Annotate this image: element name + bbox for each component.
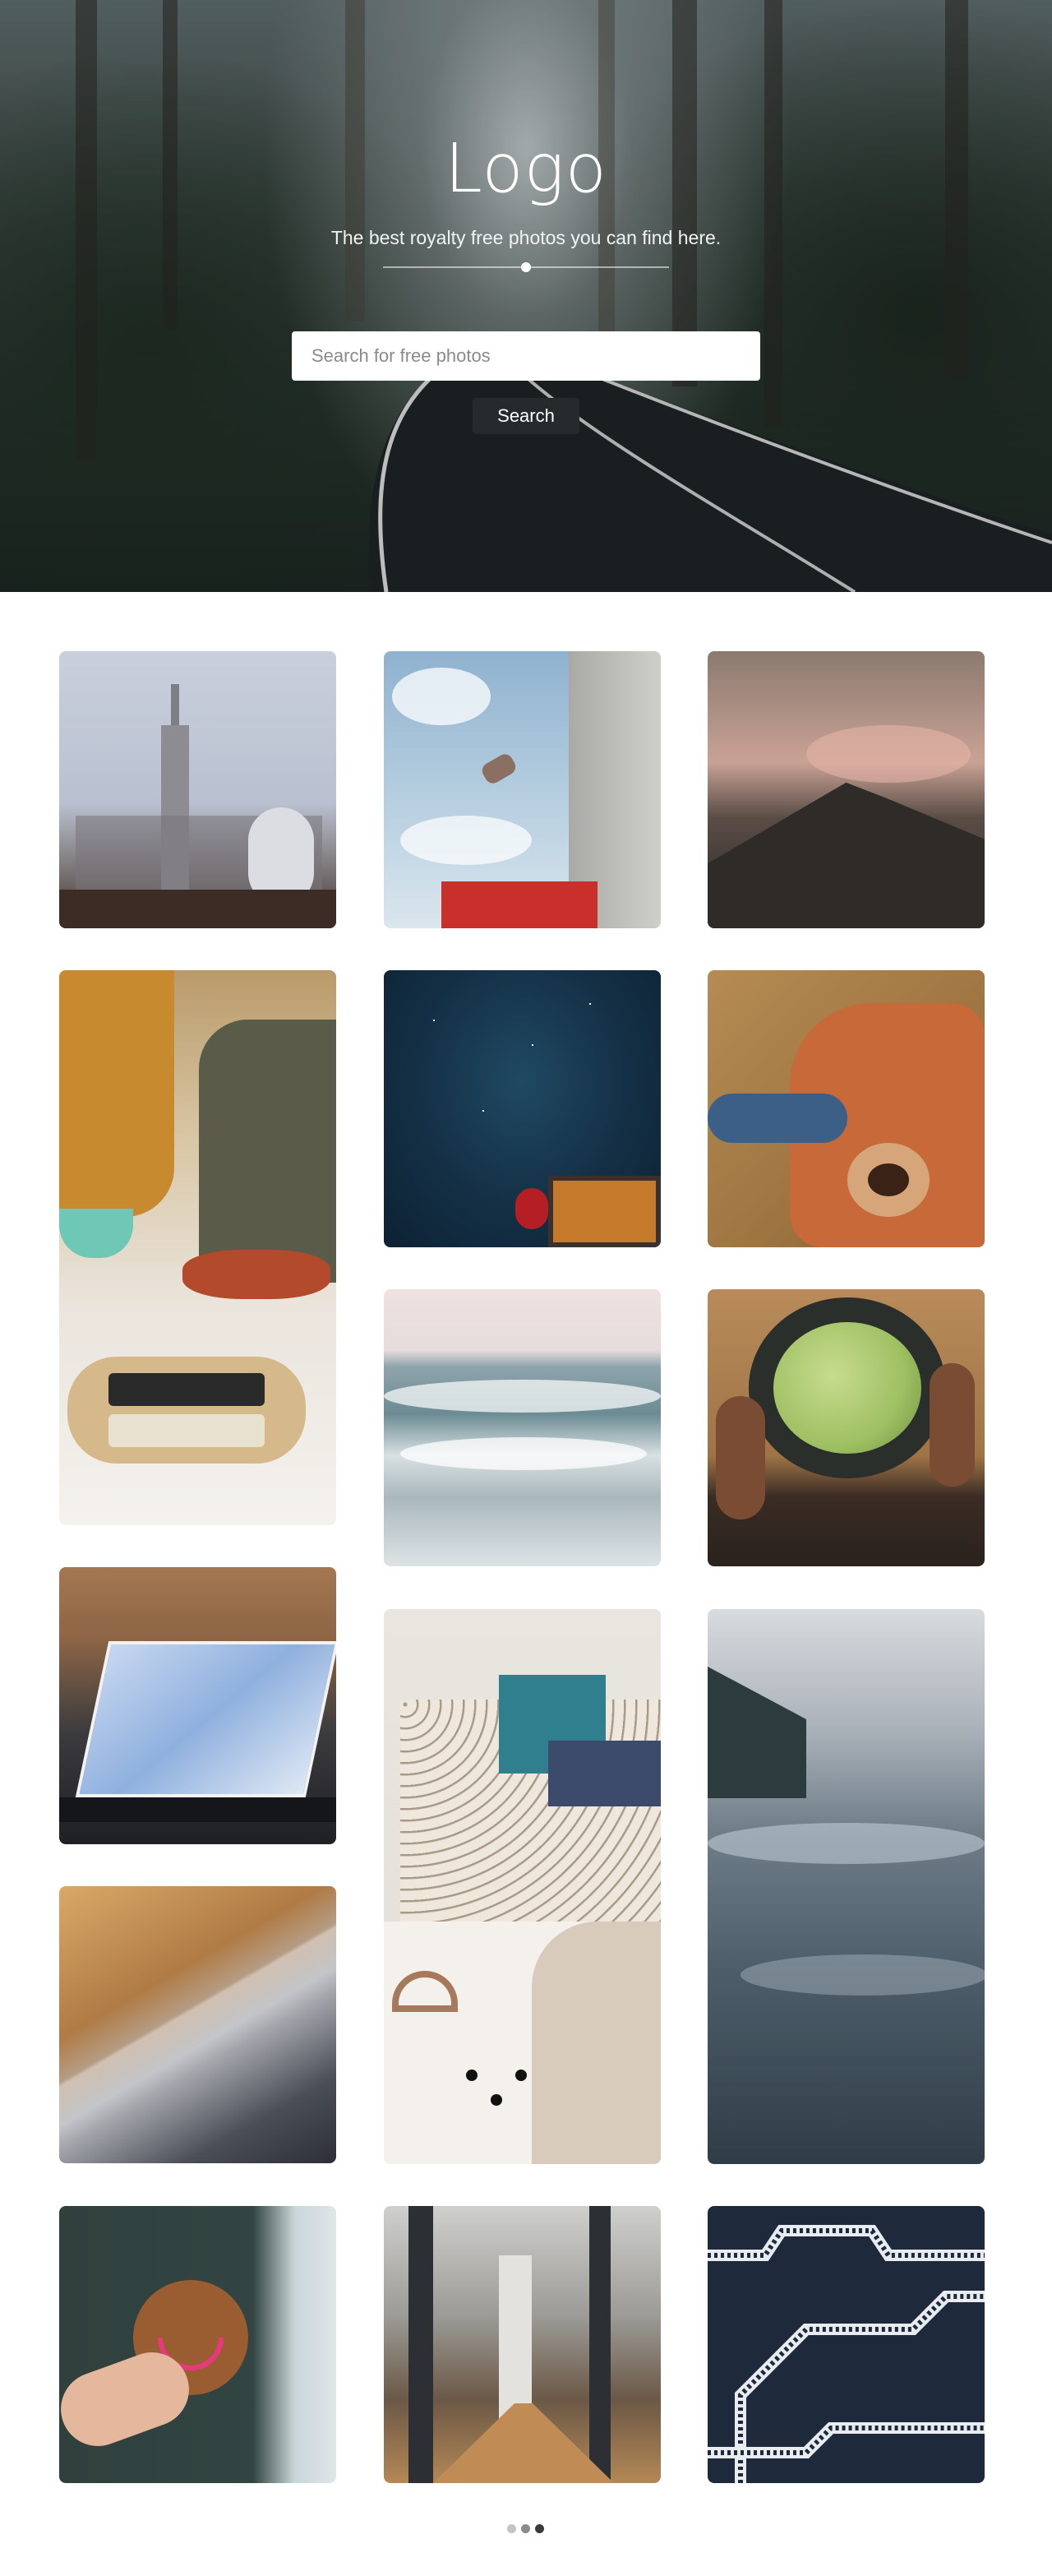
pagination xyxy=(507,2524,547,2534)
photo-ocean-waves[interactable] xyxy=(384,1289,661,1566)
photo-person-jumping-sky[interactable] xyxy=(384,651,661,928)
photo-architecture[interactable] xyxy=(59,1886,336,2163)
photo-smiley-cookie[interactable] xyxy=(59,2206,336,2483)
photo-teddy-bear[interactable] xyxy=(708,970,985,1247)
roads-pattern xyxy=(708,2225,985,2483)
divider-dot xyxy=(521,262,531,272)
photo-misty-mountain[interactable] xyxy=(708,651,985,928)
photo-misty-sea[interactable] xyxy=(708,1609,985,2164)
hero-overlay xyxy=(0,0,1052,592)
pagination-dot-1[interactable] xyxy=(507,2524,516,2533)
search-input[interactable] xyxy=(292,331,760,381)
pagination-dot-3[interactable] xyxy=(535,2524,544,2533)
photo-laptop[interactable] xyxy=(59,1567,336,1844)
hero-banner: Logo The best royalty free photos you ca… xyxy=(0,0,1052,592)
photo-cooking-sausage[interactable] xyxy=(59,970,336,1525)
photo-roads-aerial[interactable] xyxy=(708,2206,985,2483)
photo-pegboard[interactable] xyxy=(384,1609,661,2164)
photo-green-apples[interactable] xyxy=(708,1289,985,1566)
pagination-dot-2[interactable] xyxy=(521,2524,530,2533)
photo-starry-night[interactable] xyxy=(384,970,661,1247)
photo-empire-state-building[interactable] xyxy=(59,651,336,928)
hero-tagline: The best royalty free photos you can fin… xyxy=(330,227,722,248)
site-logo[interactable]: Logo xyxy=(0,130,1052,208)
photo-office-hallway[interactable] xyxy=(384,2206,661,2483)
search-button[interactable]: Search xyxy=(473,398,579,434)
